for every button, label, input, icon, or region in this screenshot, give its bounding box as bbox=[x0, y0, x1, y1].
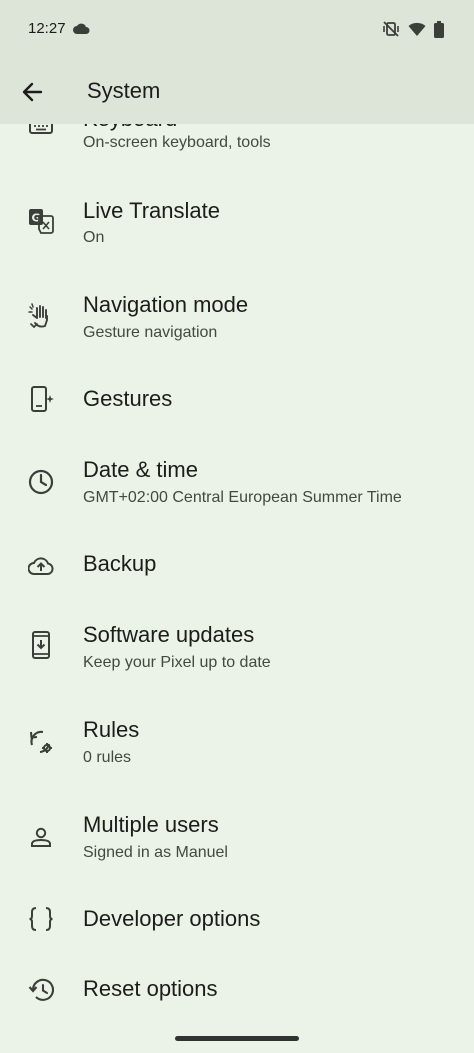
braces-icon bbox=[28, 906, 54, 932]
setting-summary: Gesture navigation bbox=[83, 324, 218, 341]
setting-live-translate[interactable]: G Live Translate On bbox=[0, 180, 474, 268]
wifi-icon bbox=[408, 22, 426, 37]
status-time: 12:27 bbox=[28, 20, 66, 37]
setting-label: Reset options bbox=[83, 976, 218, 1001]
setting-label: Navigation mode bbox=[83, 292, 249, 317]
setting-label: Developer options bbox=[83, 906, 261, 931]
setting-developer-options[interactable]: Developer options bbox=[0, 890, 474, 950]
setting-summary: Keep your Pixel up to date bbox=[83, 654, 271, 671]
setting-software-updates[interactable]: Software updates Keep your Pixel up to d… bbox=[0, 605, 474, 693]
setting-label: Backup bbox=[83, 551, 157, 576]
person-icon bbox=[28, 824, 54, 850]
setting-reset-options[interactable]: Reset options bbox=[0, 960, 474, 1020]
gesture-hand-icon bbox=[28, 303, 54, 329]
setting-label: Software updates bbox=[83, 622, 255, 647]
setting-label: Multiple users bbox=[83, 812, 219, 837]
home-indicator[interactable] bbox=[175, 1036, 299, 1041]
vibrate-mute-icon bbox=[382, 20, 400, 38]
setting-date-time[interactable]: Date & time GMT+02:00 Central European S… bbox=[0, 440, 474, 528]
setting-summary: On-screen keyboard, tools bbox=[83, 134, 271, 151]
history-icon bbox=[28, 977, 54, 1003]
setting-summary: 0 rules bbox=[83, 749, 132, 766]
back-button[interactable] bbox=[18, 78, 46, 106]
cloud-upload-icon bbox=[28, 552, 54, 578]
app-bar: System bbox=[0, 60, 474, 124]
battery-icon bbox=[434, 20, 444, 38]
setting-multiple-users[interactable]: Multiple users Signed in as Manuel bbox=[0, 795, 474, 883]
arrow-back-icon bbox=[21, 81, 43, 103]
setting-label: Date & time bbox=[83, 457, 198, 482]
setting-navigation-mode[interactable]: Navigation mode Gesture navigation bbox=[0, 275, 474, 363]
setting-rules[interactable]: Rules 0 rules bbox=[0, 700, 474, 788]
status-bar: 12:27 bbox=[0, 0, 474, 60]
page-title: System bbox=[87, 78, 161, 103]
cloud-icon bbox=[73, 23, 90, 34]
setting-gestures[interactable]: Gestures bbox=[0, 370, 474, 430]
clock-icon bbox=[28, 469, 54, 495]
setting-summary: On bbox=[83, 229, 105, 246]
phone-sparkle-icon bbox=[28, 386, 54, 412]
translate-icon: G bbox=[28, 208, 54, 234]
rules-icon bbox=[28, 729, 54, 755]
setting-label: Live Translate bbox=[83, 198, 220, 223]
setting-summary: GMT+02:00 Central European Summer Time bbox=[83, 489, 402, 506]
setting-backup[interactable]: Backup bbox=[0, 535, 474, 595]
setting-summary: Signed in as Manuel bbox=[83, 844, 228, 861]
setting-label: Rules bbox=[83, 717, 140, 742]
system-update-icon bbox=[28, 631, 54, 659]
setting-label: Gestures bbox=[83, 386, 173, 411]
